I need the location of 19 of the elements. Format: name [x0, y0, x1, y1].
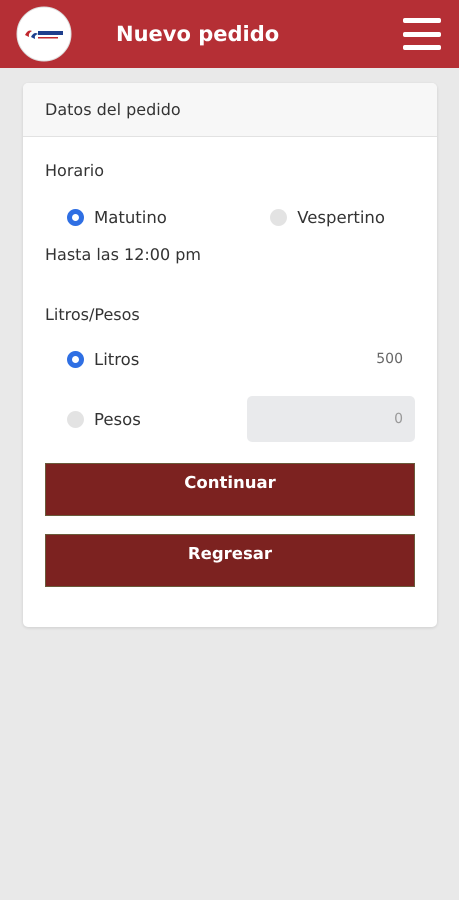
radio-option[interactable]: Vespertino [270, 205, 385, 229]
option-label: Pesos [94, 410, 141, 428]
logo-icon [16, 6, 72, 62]
radio-option[interactable]: Litros [67, 347, 140, 371]
schedule-note: Hasta las 12:00 pm [45, 245, 202, 266]
action-button[interactable]: Regresar [45, 534, 415, 587]
option-label: Vespertino [297, 208, 385, 226]
radio-icon[interactable] [67, 208, 84, 226]
radio-option[interactable]: Matutino [67, 205, 167, 229]
radio-icon[interactable] [67, 350, 84, 368]
option-label: Litros [94, 350, 140, 368]
option-label: Matutino [94, 208, 167, 226]
section-label: Litros/Pesos [45, 305, 141, 326]
card-title: Datos del pedido [45, 100, 181, 119]
section-label: Horario [45, 161, 106, 182]
radio-icon[interactable] [270, 208, 288, 226]
action-button[interactable]: Continuar [45, 463, 415, 516]
page-title: Nuevo pedido [116, 22, 280, 46]
menu-icon[interactable] [403, 18, 441, 50]
